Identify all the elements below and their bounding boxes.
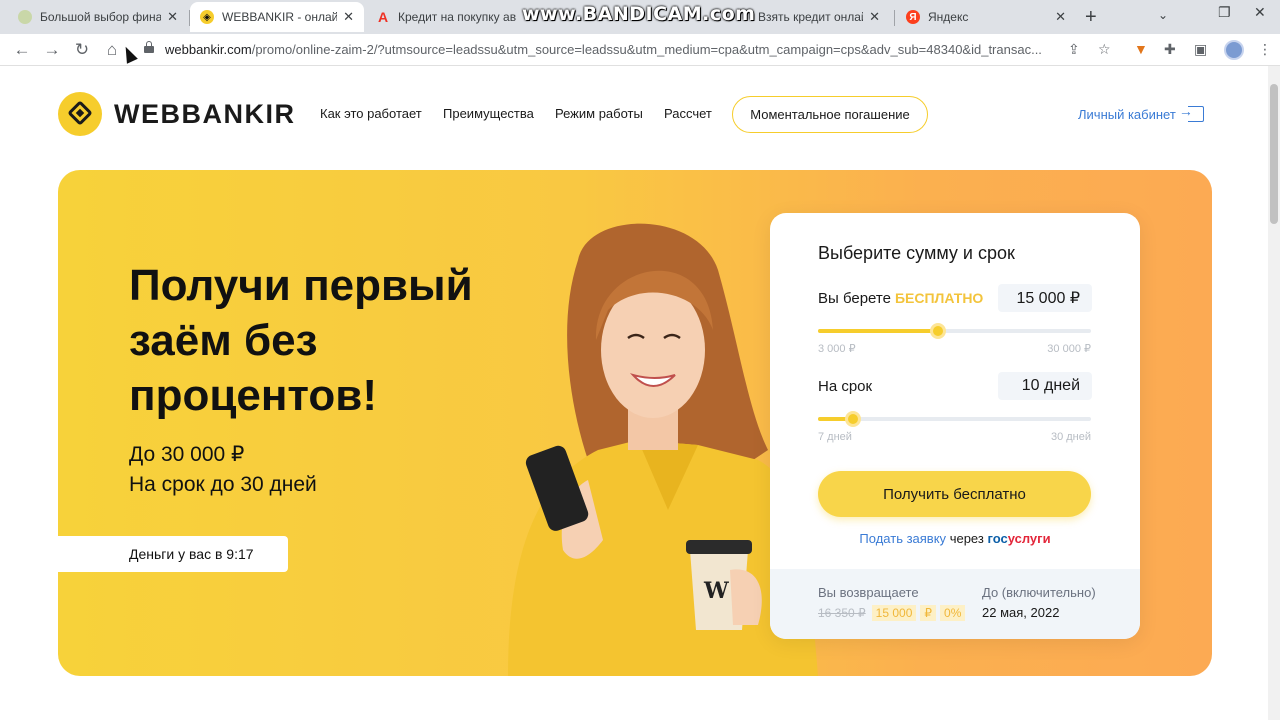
nav-item-calculation[interactable]: Рассчет <box>664 106 712 121</box>
home-icon[interactable]: ⌂ <box>102 40 122 60</box>
svg-text:W: W <box>703 578 729 604</box>
amount-row-label: Вы берете БЕСПЛАТНО <box>818 290 983 307</box>
hero-max-amount: До 30 000 ₽ <box>129 443 245 466</box>
profile-avatar[interactable] <box>1224 40 1244 60</box>
term-max: 30 дней <box>1050 431 1091 443</box>
amount-slider-handle[interactable] <box>930 323 947 339</box>
gosuslugi-logo-part1[interactable]: гос <box>987 531 1007 546</box>
url-path: /promo/online-zaim-2/?utmsource=leadssu&… <box>251 42 1042 57</box>
webbankir-logo-icon <box>58 92 102 136</box>
alfa-icon: A <box>377 9 389 25</box>
hero-subtitle: До 30 000 ₽ На срок до 30 дней <box>129 440 317 500</box>
menu-kebab-icon[interactable]: ⋮ <box>1258 41 1272 58</box>
tab-title: Яндекс <box>928 10 969 24</box>
return-label: Вы возвращаете <box>818 585 919 600</box>
scrollbar-thumb[interactable] <box>1270 84 1278 224</box>
term-min: 7 дней <box>818 431 852 443</box>
extensions-puzzle-icon[interactable]: ✚ <box>1164 41 1176 58</box>
tab-title: Кредит на покупку авт <box>398 10 516 24</box>
term-slider-handle[interactable] <box>845 411 862 427</box>
return-currency: ₽ <box>920 605 937 621</box>
nav-item-how-it-works[interactable]: Как это работает <box>320 106 422 121</box>
browser-tab[interactable]: Взять кредит онлайн ✕ <box>740 2 890 32</box>
loan-calculator-card: Выберите сумму и срок Вы берете БЕСПЛАТНО… <box>770 213 1140 639</box>
get-free-button[interactable]: Получить бесплатно <box>818 471 1091 517</box>
browser-tab-bar: Большой выбор фина ✕ ◈ WEBBANKIR - онлай… <box>0 0 1280 34</box>
amount-range: 3 000 ₽ 30 000 ₽ <box>818 342 1091 355</box>
gosuslugi-apply: Подать заявку через госуслуги <box>770 531 1140 546</box>
address-bar[interactable]: webbankir.com/promo/online-zaim-2/?utmso… <box>165 42 1060 57</box>
nav-item-advantages[interactable]: Преимущества <box>443 106 534 121</box>
yandex-icon: Я <box>906 10 920 24</box>
amount-min: 3 000 ₽ <box>818 343 856 355</box>
instant-repay-button[interactable]: Моментальное погашение <box>732 96 928 133</box>
term-slider[interactable] <box>818 411 1091 427</box>
browser-tab[interactable]: A Кредит на покупку авт <box>366 2 526 32</box>
share-icon[interactable]: ⇪ <box>1068 41 1080 58</box>
browser-tab[interactable]: Большой выбор фина ✕ <box>8 2 188 32</box>
close-window-icon[interactable]: ✕ <box>1254 4 1266 21</box>
logo-text: WEBBANKIR <box>114 98 296 129</box>
amount-slider[interactable] <box>818 323 1091 339</box>
side-panel-icon[interactable]: ▣ <box>1194 41 1207 58</box>
login-icon <box>1179 103 1204 122</box>
close-icon[interactable]: ✕ <box>167 9 178 25</box>
bandicam-watermark: www.BANDICAM.com <box>522 3 756 25</box>
nav-item-schedule[interactable]: Режим работы <box>555 106 643 121</box>
hero-max-term: На срок до 30 дней <box>129 473 317 496</box>
close-icon[interactable]: ✕ <box>343 9 354 25</box>
calculator-title: Выберите сумму и срок <box>818 243 1015 263</box>
term-label: На срок <box>818 378 873 395</box>
tab-title: WEBBANKIR - онлайн з <box>222 10 338 24</box>
lock-icon[interactable] <box>144 41 154 53</box>
close-icon[interactable]: ✕ <box>869 9 880 25</box>
page-scrollbar[interactable] <box>1268 66 1280 720</box>
return-new-amount: 15 000 <box>871 605 917 621</box>
repayment-summary: Вы возвращаете До (включительно) 16 350 … <box>770 569 1140 639</box>
reload-icon[interactable]: ↻ <box>72 40 92 60</box>
webbankir-icon: ◈ <box>200 10 214 24</box>
cabinet-label: Личный кабинет <box>1078 106 1176 122</box>
browser-tab[interactable]: Я Яндекс ✕ <box>896 2 1076 32</box>
term-value-field[interactable]: 10 дней <box>998 372 1092 400</box>
free-badge: БЕСПЛАТНО <box>894 290 984 306</box>
gosuslugi-apply-link[interactable]: Подать заявку <box>859 531 946 546</box>
money-time-badge: Деньги у вас в 9:17 <box>58 536 288 572</box>
tab-title: Взять кредит онлайн <box>758 10 864 24</box>
new-tab-button[interactable]: + <box>1085 6 1097 29</box>
return-date: 22 мая, 2022 <box>982 605 1060 620</box>
close-icon[interactable]: ✕ <box>1055 9 1066 25</box>
amount-value-field[interactable]: 15 000 ₽ <box>998 284 1092 312</box>
tab-title: Большой выбор фина <box>40 10 162 24</box>
personal-cabinet-link[interactable]: Личный кабинет <box>1078 103 1204 122</box>
amount-slider-fill <box>818 329 939 333</box>
amount-max: 30 000 ₽ <box>1047 343 1091 355</box>
amount-label: Вы берете <box>818 290 891 307</box>
back-arrow-icon[interactable]: ← <box>12 40 32 60</box>
browser-toolbar: ← → ↻ ⌂ webbankir.com/promo/online-zaim-… <box>0 34 1280 66</box>
return-percent: 0% <box>940 605 966 621</box>
site-logo[interactable]: WEBBANKIR <box>58 92 296 136</box>
gosuslugi-logo-part2[interactable]: услуги <box>1008 531 1051 546</box>
browser-tab-active[interactable]: ◈ WEBBANKIR - онлайн з ✕ <box>190 2 364 32</box>
gosuslugi-via: через <box>949 531 984 546</box>
url-host: webbankir.com <box>165 42 252 57</box>
return-old-amount: 16 350 ₽ <box>818 606 866 620</box>
tab-search-chevron-icon[interactable]: ⌄ <box>1158 8 1168 22</box>
restore-window-icon[interactable]: ❐ <box>1218 4 1231 21</box>
globe-icon <box>18 10 32 24</box>
tab-separator <box>894 10 895 26</box>
bookmark-star-icon[interactable]: ☆ <box>1098 41 1111 58</box>
term-range: 7 дней 30 дней <box>818 431 1091 443</box>
until-label: До (включительно) <box>982 585 1096 600</box>
forward-arrow-icon[interactable]: → <box>42 40 62 60</box>
metamask-icon[interactable]: ▼ <box>1134 41 1148 57</box>
return-amounts: 16 350 ₽ 15 000 ₽ 0% <box>818 605 969 621</box>
